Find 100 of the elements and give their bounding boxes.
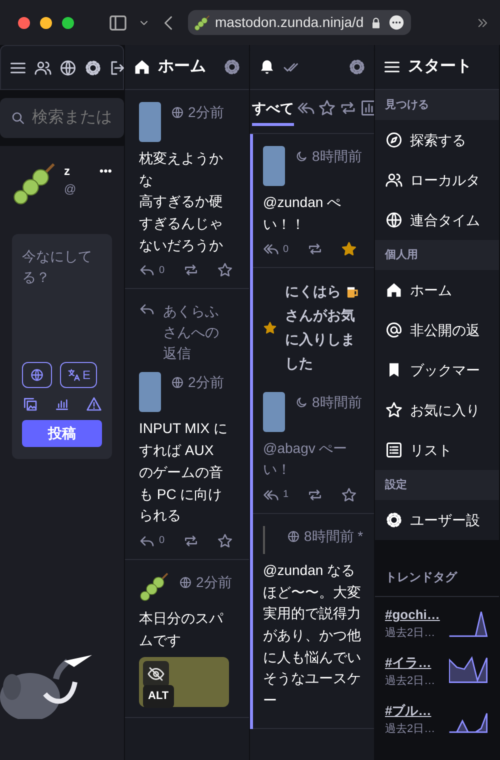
- reply-button[interactable]: 0: [263, 241, 289, 258]
- boost-icon[interactable]: [182, 532, 199, 549]
- window-control-icon[interactable]: [18, 16, 30, 28]
- account-name[interactable]: にくはら: [285, 280, 341, 304]
- compose-field[interactable]: 今なにしてる？: [22, 246, 102, 346]
- reply-count: 1: [283, 488, 289, 502]
- window-control-icon[interactable]: [62, 16, 74, 28]
- reply-count: 0: [159, 534, 165, 548]
- compose-box[interactable]: 今なにしてる？ E 投稿: [12, 234, 112, 459]
- reply-indicator[interactable]: あくらふさんへの返信: [163, 301, 229, 364]
- globe-icon[interactable]: [59, 58, 77, 76]
- menu-item[interactable]: 連合タイム: [375, 200, 499, 240]
- url-text: mastodon.zunda.ninja/d: [215, 13, 364, 32]
- post-text: INPUT MIX にすれば AUX のゲームの音も PC に向けられる: [139, 419, 228, 526]
- star-icon[interactable]: [216, 532, 233, 549]
- avatar-placeholder[interactable]: [263, 392, 285, 432]
- logout-icon[interactable]: [109, 58, 124, 76]
- window-control-icon[interactable]: [40, 16, 52, 28]
- reply-count: 0: [283, 242, 289, 257]
- star-icon[interactable]: [216, 262, 233, 278]
- sidebar-icon[interactable]: [108, 12, 128, 32]
- photo-placeholder[interactable]: ALT: [139, 657, 229, 708]
- reply-button[interactable]: 0: [139, 532, 165, 549]
- reply-count: 0: [159, 264, 165, 278]
- people-icon[interactable]: [34, 58, 52, 76]
- more-button[interactable]: •••: [99, 162, 112, 180]
- hashtag-link[interactable]: #gochi…: [385, 605, 440, 624]
- post-text: @abagv ぺーい！: [263, 438, 348, 480]
- hide-media-button[interactable]: [143, 661, 169, 688]
- column-title[interactable]: スタート: [408, 55, 472, 79]
- account-name[interactable]: z: [64, 162, 76, 180]
- warning-icon[interactable]: [86, 396, 102, 412]
- star-icon: [318, 99, 336, 117]
- post-time[interactable]: 8時間前: [312, 146, 362, 167]
- at-sign-icon: [385, 321, 403, 339]
- bell-icon: [258, 58, 276, 76]
- menu-item[interactable]: 探索する: [375, 120, 499, 160]
- section-heading: 個人用: [375, 240, 499, 270]
- alt-badge: ALT: [143, 685, 174, 708]
- image-icon[interactable]: [22, 396, 38, 412]
- hashtag-link[interactable]: #イラ…: [385, 653, 436, 672]
- home-icon: [385, 281, 403, 299]
- filter-tab[interactable]: すべて: [252, 98, 294, 126]
- settings-icon[interactable]: [223, 58, 241, 76]
- section-heading: 設定: [375, 470, 499, 500]
- poll-icon: [360, 99, 374, 117]
- globe-icon: [385, 211, 403, 229]
- post-time[interactable]: 8時間前 *: [304, 526, 364, 547]
- hashtag-link[interactable]: #ブル…: [385, 701, 436, 720]
- boost-icon: [339, 99, 357, 117]
- language-button[interactable]: E: [60, 362, 97, 388]
- menu-item[interactable]: ローカルタ: [375, 160, 499, 200]
- reply-button[interactable]: 1: [263, 486, 289, 503]
- settings-icon[interactable]: [84, 58, 102, 76]
- boost-icon[interactable]: [306, 241, 323, 258]
- menu-item[interactable]: お気に入り: [375, 390, 499, 430]
- compass-icon: [385, 131, 403, 149]
- visibility-button[interactable]: [22, 362, 52, 388]
- search-input[interactable]: 検索または: [32, 106, 112, 130]
- boost-icon[interactable]: [306, 486, 323, 503]
- post-text: 枕変えようかな: [139, 149, 224, 190]
- star-icon: [263, 320, 277, 335]
- post-text: 高すぎるか硬すぎるんじゃないだろうか: [139, 192, 224, 255]
- sparkline-drawing: [449, 656, 489, 686]
- more-icon[interactable]: [388, 14, 405, 31]
- dango-icon: [12, 162, 56, 206]
- home-icon: [133, 58, 151, 76]
- column-title[interactable]: ホーム: [158, 55, 206, 79]
- avatar-placeholder[interactable]: [139, 372, 161, 412]
- beer-icon: [345, 284, 361, 300]
- account-handle: @: [64, 181, 76, 198]
- post-time[interactable]: 2分前: [196, 572, 232, 593]
- post-text: 本日分のスパムです: [139, 608, 224, 650]
- search-field[interactable]: 検索または: [0, 98, 124, 138]
- dango-icon: [139, 572, 169, 602]
- trend-period: 過去2日…: [385, 626, 436, 640]
- trend-period: 過去2日…: [385, 722, 436, 736]
- menu-item[interactable]: ブックマー: [375, 350, 499, 390]
- menu-item[interactable]: ユーザー設: [375, 500, 499, 540]
- post-time[interactable]: 2分前: [188, 372, 224, 394]
- list-icon: [385, 441, 403, 459]
- search-icon: [10, 110, 26, 126]
- globe-icon: [30, 368, 44, 382]
- menu-item[interactable]: 非公開の返: [375, 310, 499, 350]
- settings-icon: [385, 511, 403, 529]
- site-icon: [194, 14, 210, 30]
- star-icon[interactable]: [340, 486, 357, 503]
- menu-item[interactable]: ホーム: [375, 270, 499, 310]
- menu-item[interactable]: リスト: [375, 430, 499, 470]
- star-icon[interactable]: [340, 241, 357, 258]
- post-time[interactable]: 8時間前: [312, 392, 362, 413]
- notification-text: さんがお気に入りしました: [285, 306, 356, 373]
- post-button[interactable]: 投稿: [22, 420, 102, 447]
- boost-icon[interactable]: [182, 262, 199, 278]
- eye-slash-icon: [147, 665, 165, 684]
- reply-button[interactable]: 0: [139, 262, 165, 278]
- post-time[interactable]: 2分前: [188, 102, 224, 123]
- translate-icon: [66, 368, 80, 382]
- settings-icon[interactable]: [348, 58, 366, 76]
- address-bar[interactable]: mastodon.zunda.ninja/d: [188, 10, 411, 35]
